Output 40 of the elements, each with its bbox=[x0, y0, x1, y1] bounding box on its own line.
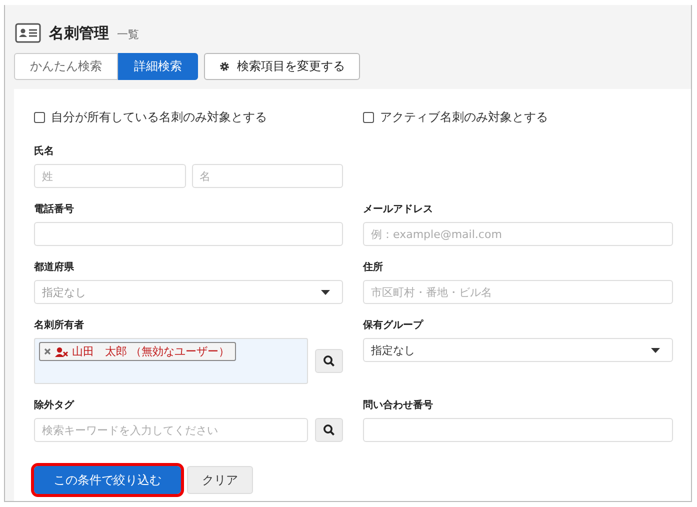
owner-field[interactable]: 山田 太郎 （無効なユーザー） bbox=[34, 338, 308, 384]
page-subtitle: 一覧 bbox=[117, 27, 139, 42]
user-x-icon bbox=[55, 346, 68, 356]
checkbox[interactable] bbox=[363, 112, 374, 123]
search-icon bbox=[323, 424, 335, 436]
user-chip[interactable]: 山田 太郎 （無効なユーザー） bbox=[39, 342, 236, 361]
input-field[interactable]: 名 bbox=[192, 164, 343, 188]
input-field[interactable]: 市区町村・番地・ビル名 bbox=[363, 280, 673, 304]
field-label: 住所 bbox=[363, 260, 384, 274]
field-label: 都道府県 bbox=[34, 260, 75, 274]
checkbox[interactable] bbox=[34, 112, 45, 123]
input-field[interactable]: 姓 bbox=[34, 164, 186, 188]
tag-search-field[interactable]: 検索キーワードを入力してください bbox=[34, 418, 308, 442]
caret-icon bbox=[651, 348, 660, 352]
field-label: 問い合わせ番号 bbox=[363, 398, 434, 412]
checkbox-label[interactable]: アクティブ名刺のみ対象とする bbox=[380, 109, 548, 126]
checkbox-label[interactable]: 自分が所有している名刺のみ対象とする bbox=[51, 109, 267, 126]
field-label: 氏名 bbox=[34, 144, 55, 158]
field-label: 保有グループ bbox=[363, 318, 424, 332]
remove-icon[interactable] bbox=[44, 348, 51, 355]
field-label: 名刺所有者 bbox=[34, 318, 85, 332]
select-field[interactable]: 指定なし bbox=[363, 338, 673, 362]
field-label: 電話番号 bbox=[34, 202, 75, 216]
caret-icon bbox=[321, 290, 330, 294]
search-button[interactable] bbox=[315, 418, 343, 442]
field-label: メールアドレス bbox=[363, 203, 434, 216]
search-tab[interactable]: 詳細検索 bbox=[118, 53, 198, 80]
gear-icon bbox=[219, 61, 230, 72]
input-field[interactable]: 例：example@mail.com bbox=[363, 222, 673, 246]
search-tab[interactable]: かんたん検索 bbox=[14, 53, 118, 80]
change-search-fields-button[interactable]: 検索項目を変更する bbox=[204, 53, 360, 80]
filter-button[interactable]: この条件で絞り込む bbox=[34, 466, 181, 494]
clear-button[interactable]: クリア bbox=[187, 466, 253, 494]
search-icon bbox=[323, 355, 335, 367]
input-field[interactable] bbox=[363, 418, 673, 442]
business-card-icon bbox=[15, 23, 41, 43]
search-button[interactable] bbox=[315, 349, 343, 373]
input-field[interactable] bbox=[34, 222, 343, 246]
page-title: 名刺管理 bbox=[49, 24, 109, 42]
field-label: 除外タグ bbox=[34, 398, 76, 412]
